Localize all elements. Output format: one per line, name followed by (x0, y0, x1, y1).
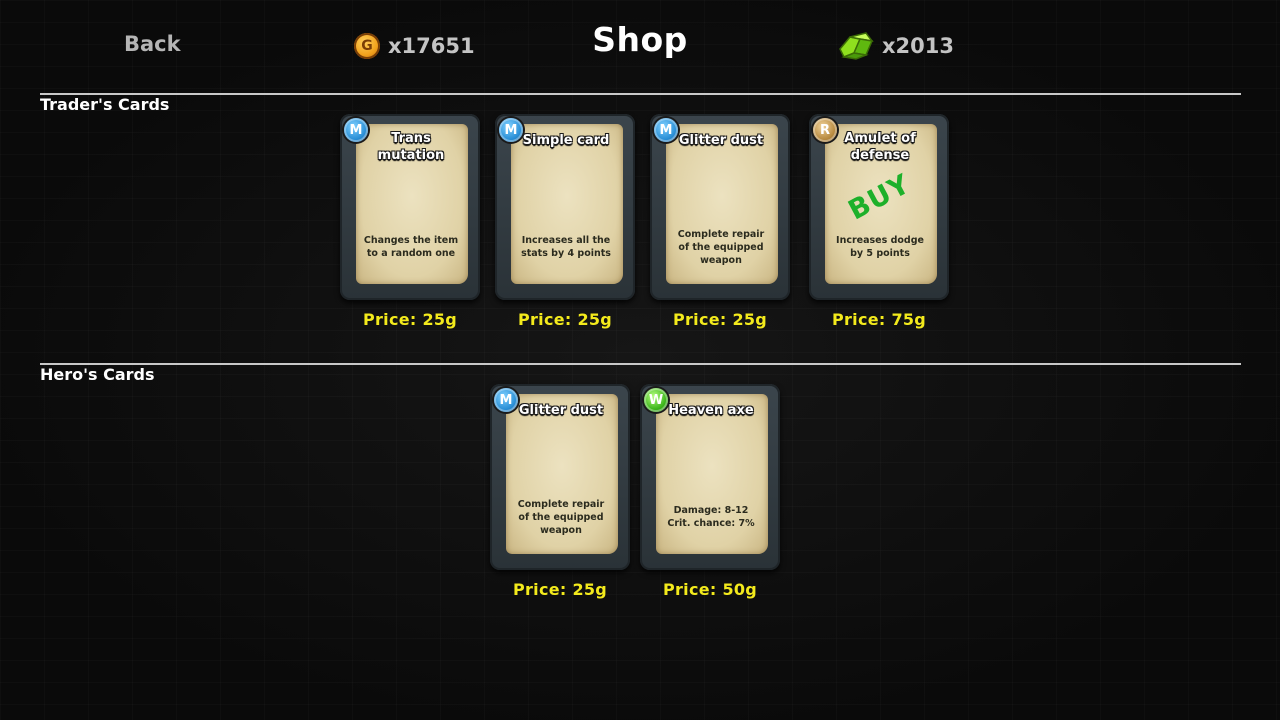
card-title: Amulet of defense (844, 131, 916, 163)
card-title: Trans mutation (377, 131, 445, 163)
card-class-badge: M (499, 118, 523, 142)
card-description: Complete repair of the equipped weapon (517, 499, 605, 536)
card-title: Heaven axe (668, 403, 754, 418)
trader-card-simple-card[interactable]: M Simple card Increases all the stats by… (495, 114, 635, 329)
card-price: Price: 25g (672, 310, 768, 329)
gem-amount: x2013 (882, 34, 954, 58)
green-crystal-icon (836, 31, 874, 61)
card-class-badge: M (344, 118, 368, 142)
section-divider (40, 93, 1241, 95)
card-description: Changes the item to a random one (363, 235, 459, 259)
gem-counter: x2013 (836, 30, 954, 62)
trader-card-amulet-of-defense[interactable]: R Amulet of defense BUY Increases dodge … (809, 114, 949, 329)
card-description: Increases dodge by 5 points (836, 235, 924, 259)
card-title: Glitter dust (518, 403, 604, 418)
hero-card-heaven-axe[interactable]: W Heaven axe Damage: 8-12 Crit. chance: … (640, 384, 780, 599)
card-class-badge: M (654, 118, 678, 142)
section-divider (40, 363, 1241, 365)
card-description: Damage: 8-12 Crit. chance: 7% (667, 505, 755, 529)
card-class-badge: R (813, 118, 837, 142)
traders-cards-heading: Trader's Cards (40, 95, 170, 114)
shop-screen: Back G x17651 Shop x2013 Trader's Cards … (0, 0, 1280, 720)
card-title: Simple card (522, 133, 610, 148)
trader-card-glitter-dust[interactable]: M Glitter dust Complete repair of the eq… (650, 114, 790, 329)
page-title: Shop (592, 20, 688, 59)
card-description: Increases all the stats by 4 points (521, 235, 611, 259)
card-description: Complete repair of the equipped weapon (677, 229, 765, 266)
card-price: Price: 75g (831, 310, 927, 329)
card-price: Price: 50g (662, 580, 758, 599)
card-class-badge: M (494, 388, 518, 412)
card-class-badge: W (644, 388, 668, 412)
card-title: Glitter dust (678, 133, 764, 148)
hero-card-glitter-dust[interactable]: M Glitter dust Complete repair of the eq… (490, 384, 630, 599)
card-price: Price: 25g (362, 310, 458, 329)
heros-cards-heading: Hero's Cards (40, 365, 155, 384)
card-price: Price: 25g (517, 310, 613, 329)
trader-card-transmutation[interactable]: M Trans mutation Changes the item to a r… (340, 114, 480, 329)
